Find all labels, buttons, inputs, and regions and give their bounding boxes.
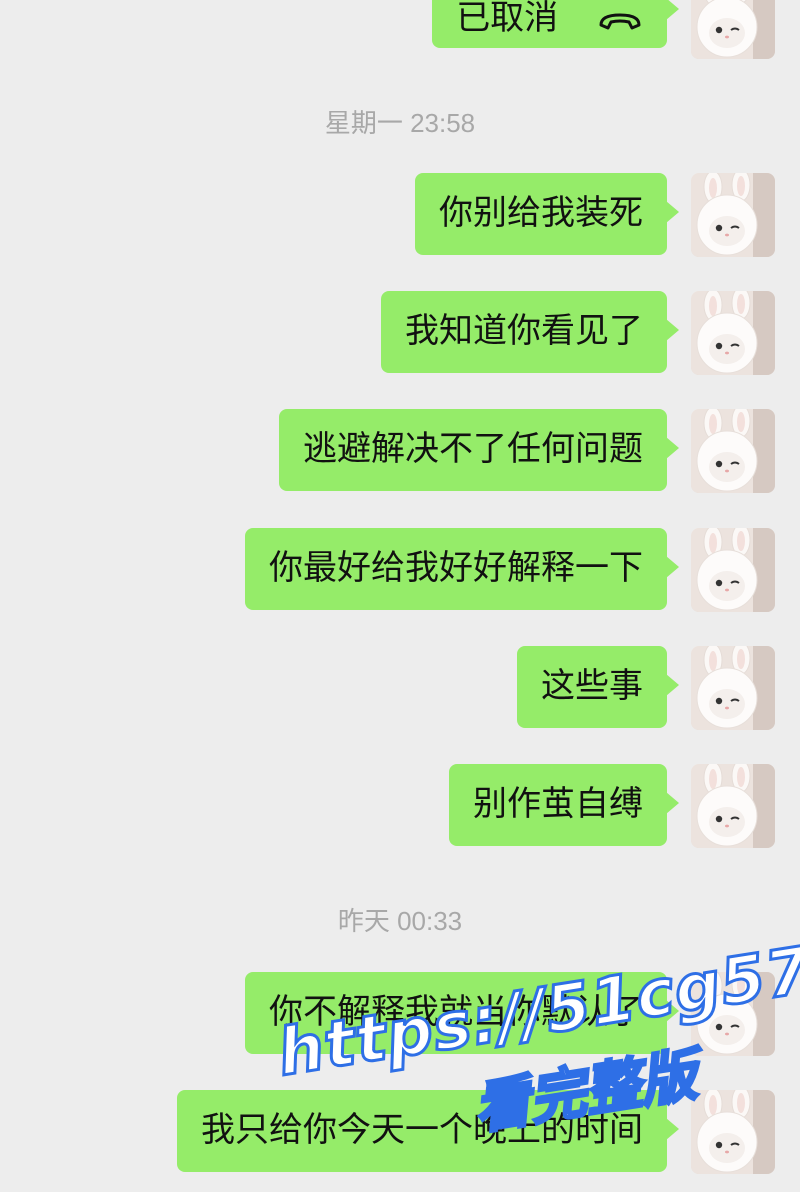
message-bubble[interactable]: 你最好给我好好解释一下	[245, 528, 679, 610]
message-text: 你不解释我就当你默认了	[269, 992, 643, 1032]
message-bubble[interactable]: 你不解释我就当你默认了	[245, 972, 679, 1054]
message-row: 已取消	[432, 0, 775, 59]
message-row: 我只给你今天一个晚上的时间	[177, 1090, 775, 1174]
cat-avatar-icon	[691, 409, 775, 493]
message-text: 你别给我装死	[439, 193, 643, 233]
message-bubble[interactable]: 你别给我装死	[415, 173, 679, 255]
message-row: 你最好给我好好解释一下	[245, 528, 775, 612]
message-row: 别作茧自缚	[449, 764, 775, 848]
message-text: 已取消	[456, 0, 559, 38]
cat-avatar-icon	[691, 528, 775, 612]
avatar[interactable]	[691, 528, 775, 612]
message-bubble[interactable]: 逃避解决不了任何问题	[279, 409, 679, 491]
message-row: 你不解释我就当你默认了	[245, 972, 775, 1056]
cat-avatar-icon	[691, 972, 775, 1056]
message-text: 逃避解决不了任何问题	[303, 429, 643, 469]
cancelled-call-icon	[597, 0, 643, 40]
message-text: 这些事	[541, 666, 643, 706]
message-row: 这些事	[517, 646, 775, 730]
message-row: 我知道你看见了	[381, 291, 775, 375]
timestamp: 昨天 00:33	[337, 906, 463, 936]
avatar[interactable]	[691, 646, 775, 730]
cat-avatar-icon	[691, 646, 775, 730]
avatar[interactable]	[691, 764, 775, 848]
message-text: 别作茧自缚	[473, 784, 643, 824]
cat-avatar-icon	[691, 764, 775, 848]
message-row: 逃避解决不了任何问题	[279, 409, 775, 493]
avatar[interactable]	[691, 409, 775, 493]
message-row: 你别给我装死	[415, 173, 775, 257]
cat-avatar-icon	[691, 291, 775, 375]
message-text: 我知道你看见了	[405, 311, 643, 351]
message-bubble[interactable]: 已取消	[432, 0, 679, 48]
avatar[interactable]	[691, 972, 775, 1056]
message-text: 你最好给我好好解释一下	[269, 548, 643, 588]
avatar[interactable]	[691, 0, 775, 59]
message-bubble[interactable]: 这些事	[517, 646, 679, 728]
avatar[interactable]	[691, 291, 775, 375]
message-bubble[interactable]: 我只给你今天一个晚上的时间	[177, 1090, 679, 1172]
cat-avatar-icon	[691, 1090, 775, 1174]
message-text: 我只给你今天一个晚上的时间	[201, 1110, 643, 1150]
message-bubble[interactable]: 我知道你看见了	[381, 291, 679, 373]
avatar[interactable]	[691, 173, 775, 257]
timestamp: 星期一 23:58	[324, 108, 476, 138]
message-bubble[interactable]: 别作茧自缚	[449, 764, 679, 846]
cat-avatar-icon	[691, 173, 775, 257]
cat-avatar-icon	[691, 0, 775, 59]
avatar[interactable]	[691, 1090, 775, 1174]
